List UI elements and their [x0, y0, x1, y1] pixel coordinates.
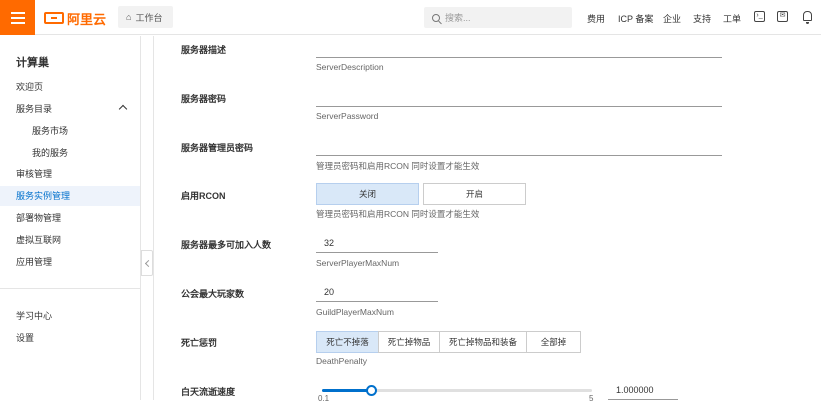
- slider-thumb[interactable]: [365, 385, 377, 396]
- guild-max-label: 公会最大玩家数: [181, 289, 245, 299]
- message-icon[interactable]: ✉: [777, 11, 788, 22]
- rcon-on-option[interactable]: 开启: [423, 183, 526, 205]
- death-penalty-option-items[interactable]: 死亡掉物品: [378, 331, 440, 353]
- sidebar-item-service-catalog[interactable]: 服务目录: [0, 99, 140, 119]
- sidebar-divider: [0, 288, 140, 289]
- day-speed-label: 白天流逝速度: [181, 387, 236, 397]
- sidebar-item-apps[interactable]: 应用管理: [0, 252, 140, 272]
- workbench-button[interactable]: ⌂ 工作台: [118, 6, 173, 28]
- death-penalty-option-items-equip[interactable]: 死亡掉物品和装备: [439, 331, 527, 353]
- admin-password-label: 服务器管理员密码: [181, 143, 254, 153]
- search-input[interactable]: 搜索...: [424, 7, 572, 28]
- death-penalty-label: 死亡惩罚: [181, 338, 218, 348]
- death-penalty-option-none[interactable]: 死亡不掉落: [316, 331, 379, 353]
- nav-support[interactable]: 支持: [693, 12, 711, 25]
- sidebar: 计算巢 欢迎页 服务目录 服务市场 我的服务 审核管理 服务实例管理 部署物管理…: [0, 36, 141, 400]
- rcon-off-option[interactable]: 关闭: [316, 183, 419, 205]
- logo-text: 阿里云: [67, 11, 107, 27]
- max-players-help: ServerPlayerMaxNum: [316, 258, 400, 268]
- max-players-label: 服务器最多可加入人数: [181, 240, 272, 250]
- rcon-label: 启用RCON: [181, 191, 226, 201]
- server-description-help: ServerDescription: [316, 62, 384, 72]
- server-password-help: ServerPassword: [316, 111, 379, 121]
- rcon-help: 管理员密码和启用RCON 同时设置才能生效: [316, 209, 480, 219]
- sidebar-item-instances[interactable]: 服务实例管理: [0, 186, 140, 206]
- workbench-label: 工作台: [135, 12, 163, 23]
- cloud-shell-icon[interactable]: ›_: [754, 11, 765, 22]
- nav-enterprise[interactable]: 企业: [663, 12, 681, 25]
- death-penalty-help: DeathPenalty: [316, 356, 368, 366]
- slider-fill: [322, 389, 371, 392]
- day-speed-input[interactable]: 1.000000: [608, 380, 678, 400]
- aliyun-logo-icon: [44, 12, 64, 24]
- top-bar: 阿里云 ⌂ 工作台 搜索... 费用 ICP 备案 企业 支持 工单 ›_ ✉: [0, 0, 821, 35]
- nav-ticket[interactable]: 工单: [723, 12, 741, 25]
- slider-min-label: 0.1: [318, 394, 330, 403]
- slider-max-label: 5: [589, 394, 594, 403]
- death-penalty-option-all[interactable]: 全部掉: [526, 331, 581, 353]
- nav-icp[interactable]: ICP 备案: [618, 12, 653, 25]
- sidebar-item-review[interactable]: 审核管理: [0, 164, 140, 184]
- day-speed-slider[interactable]: [322, 385, 592, 396]
- server-description-input[interactable]: [316, 38, 722, 58]
- admin-password-input[interactable]: [316, 136, 722, 156]
- bell-icon[interactable]: [803, 11, 812, 24]
- sidebar-item-service-market[interactable]: 服务市场: [0, 121, 140, 141]
- server-description-label: 服务器描述: [181, 45, 227, 55]
- guild-max-input[interactable]: 20: [316, 282, 438, 302]
- home-icon: ⌂: [126, 12, 132, 22]
- sidebar-title: 计算巢: [16, 57, 49, 69]
- content-divider: [153, 36, 154, 400]
- search-placeholder: 搜索...: [445, 13, 471, 23]
- sidebar-item-my-services[interactable]: 我的服务: [0, 143, 140, 163]
- sidebar-item-welcome[interactable]: 欢迎页: [0, 77, 140, 97]
- sidebar-item-learning[interactable]: 学习中心: [0, 306, 140, 326]
- nav-billing[interactable]: 费用: [587, 12, 605, 25]
- max-players-input[interactable]: 32: [316, 233, 438, 253]
- sidebar-item-label: 服务目录: [16, 104, 53, 114]
- sidebar-item-artifacts[interactable]: 部署物管理: [0, 208, 140, 228]
- menu-icon[interactable]: [0, 0, 35, 35]
- sidebar-item-settings[interactable]: 设置: [0, 328, 140, 348]
- aliyun-logo[interactable]: 阿里云: [44, 10, 107, 27]
- guild-max-help: GuildPlayerMaxNum: [316, 307, 394, 317]
- admin-password-help: 管理员密码和启用RCON 同时设置才能生效: [316, 161, 480, 171]
- server-password-label: 服务器密码: [181, 94, 227, 104]
- server-password-input[interactable]: [316, 87, 722, 107]
- chevron-up-icon: [118, 104, 128, 114]
- search-icon: [432, 13, 440, 22]
- sidebar-collapse-button[interactable]: [141, 250, 153, 276]
- sidebar-item-virtual-network[interactable]: 虚拟互联网: [0, 230, 140, 250]
